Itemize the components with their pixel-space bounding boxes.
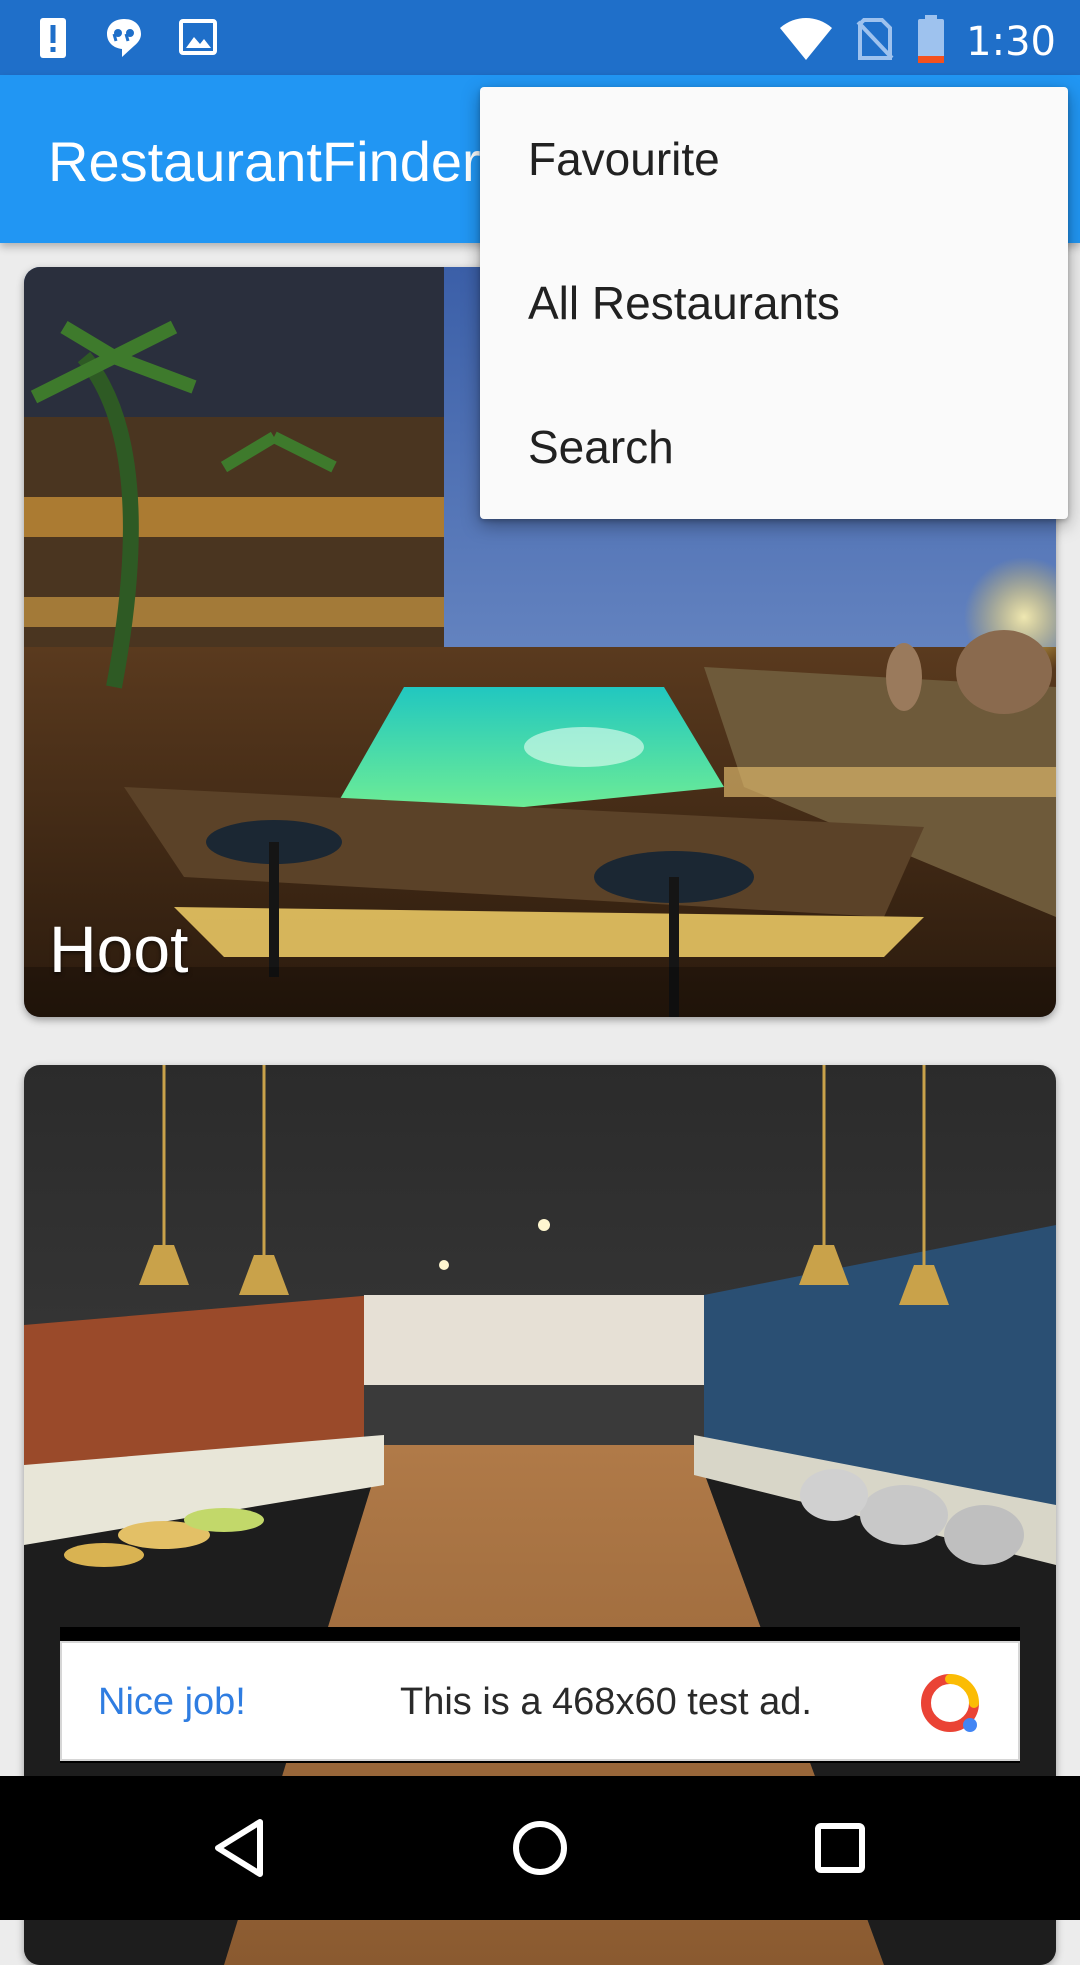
recents-icon — [815, 1823, 865, 1873]
ad-cta: Nice job! — [98, 1681, 246, 1723]
back-icon — [215, 1819, 263, 1877]
battery-low-icon — [916, 14, 946, 69]
overflow-menu: Favourite All Restaurants Search — [480, 87, 1068, 519]
chat-quote-icon — [104, 15, 144, 64]
menu-item-search[interactable]: Search — [480, 375, 1068, 519]
status-bar: 1:30 — [0, 0, 1080, 75]
app-title: RestaurantFinder — [48, 130, 481, 193]
home-button[interactable] — [460, 1776, 620, 1920]
ad-banner[interactable]: Nice job! This is a 468x60 test ad. — [60, 1627, 1020, 1763]
menu-item-all-restaurants[interactable]: All Restaurants — [480, 231, 1068, 375]
menu-item-favourite[interactable]: Favourite — [480, 87, 1068, 231]
wifi-icon — [778, 16, 834, 67]
ad-content[interactable]: Nice job! This is a 468x60 test ad. — [60, 1641, 1020, 1761]
back-button[interactable] — [160, 1776, 320, 1920]
restaurant-name: Hoot — [49, 912, 189, 986]
recents-button[interactable] — [760, 1776, 920, 1920]
alert-icon — [36, 14, 70, 65]
status-time: 1:30 — [966, 18, 1056, 65]
no-sim-icon — [854, 16, 896, 67]
ad-logo-icon — [921, 1674, 979, 1732]
home-icon — [513, 1821, 567, 1875]
image-icon — [178, 17, 218, 62]
navigation-bar — [0, 1776, 1080, 1920]
ad-text: This is a 468x60 test ad. — [400, 1681, 812, 1723]
